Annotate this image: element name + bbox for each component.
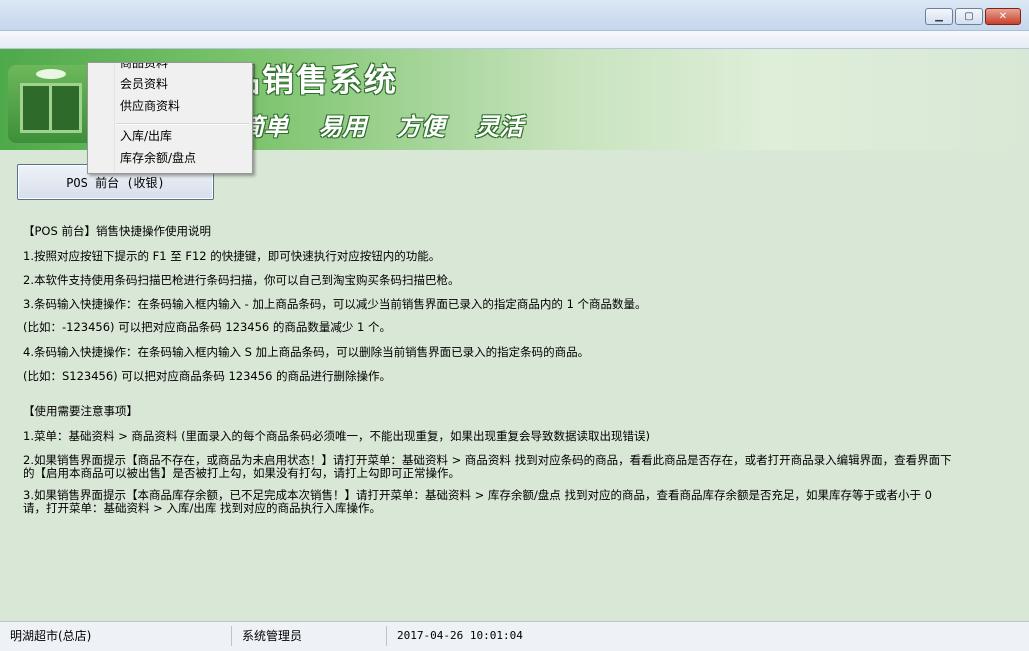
menu-item-member-data[interactable]: 会员资料 xyxy=(120,74,168,94)
banner-title: 品销售系统 xyxy=(228,61,399,99)
slogan-word: 灵活 xyxy=(475,113,524,141)
menu-separator xyxy=(116,123,249,125)
instruction-line: (比如：S123456) 可以把对应商品条码 123456 的商品进行删除操作。 xyxy=(23,369,392,383)
instruction-line: 3.条码输入快捷操作：在条码输入框内输入 - 加上商品条码，可以减少当前销售界面… xyxy=(23,297,647,311)
instructions-heading: 【POS 前台】销售快捷操作使用说明 xyxy=(23,224,211,238)
minimize-button[interactable]: ▁ xyxy=(925,8,953,25)
instruction-line: 2.本软件支持使用条码扫描巴枪进行条码扫描，你可以自己到淘宝购买条码扫描巴枪。 xyxy=(23,273,460,287)
menu-bar xyxy=(0,31,1029,49)
status-user: 系统管理员 xyxy=(232,626,387,646)
instruction-line: 4.条码输入快捷操作：在条码输入框内输入 S 加上商品条码，可以删除当前销售界面… xyxy=(23,345,590,359)
status-store: 明湖超市(总店) xyxy=(0,626,232,646)
maximize-button[interactable]: ▢ xyxy=(955,8,983,25)
slogan-word: 易用 xyxy=(318,113,367,141)
menu-item-inventory-count[interactable]: 库存余额/盘点 xyxy=(120,148,196,168)
menu-item-product-data[interactable]: 商品资料 xyxy=(120,63,168,73)
status-bar: 明湖超市(总店) 系统管理员 2017-04-26 10:01:04 xyxy=(0,621,1029,651)
menu-item-stock-in-out[interactable]: 入库/出库 xyxy=(120,126,172,146)
instruction-line: (比如：-123456) 可以把对应商品条码 123456 的商品数量减少 1 … xyxy=(23,320,392,334)
status-datetime: 2017-04-26 10:01:04 xyxy=(397,629,523,642)
banner-slogan: 简单 易用 方便 灵活 xyxy=(240,107,537,142)
close-button[interactable]: ✕ xyxy=(985,8,1021,25)
note-line: 2.如果销售界面提示【商品不存在，或商品为未启用状态！】请打开菜单：基础资料 >… xyxy=(23,453,952,480)
basic-data-dropdown-menu: 商品资料 会员资料 供应商资料 入库/出库 库存余额/盘点 xyxy=(87,62,253,174)
logo-icon xyxy=(8,65,90,143)
notes-heading: 【使用需要注意事项】 xyxy=(23,404,138,418)
slogan-word: 方便 xyxy=(396,113,445,141)
menu-item-supplier-data[interactable]: 供应商资料 xyxy=(120,96,180,116)
window-controls: ▁ ▢ ✕ xyxy=(925,8,1021,25)
note-line: 3.如果销售界面提示【本商品库存余额，已不足完成本次销售！】请打开菜单：基础资料… xyxy=(23,488,932,515)
note-line: 1.菜单：基础资料 > 商品资料 (里面录入的每个商品条码必须唯一，不能出现重复… xyxy=(23,429,651,443)
instruction-line: 1.按照对应按钮下提示的 F1 至 F12 的快捷键，即可快速执行对应按钮内的功… xyxy=(23,249,441,263)
menu-icon-stripe xyxy=(88,63,115,173)
shop-window-icon xyxy=(20,83,82,133)
lamp-icon xyxy=(36,69,66,79)
window-title-bar: ▁ ▢ ✕ xyxy=(0,0,1029,31)
